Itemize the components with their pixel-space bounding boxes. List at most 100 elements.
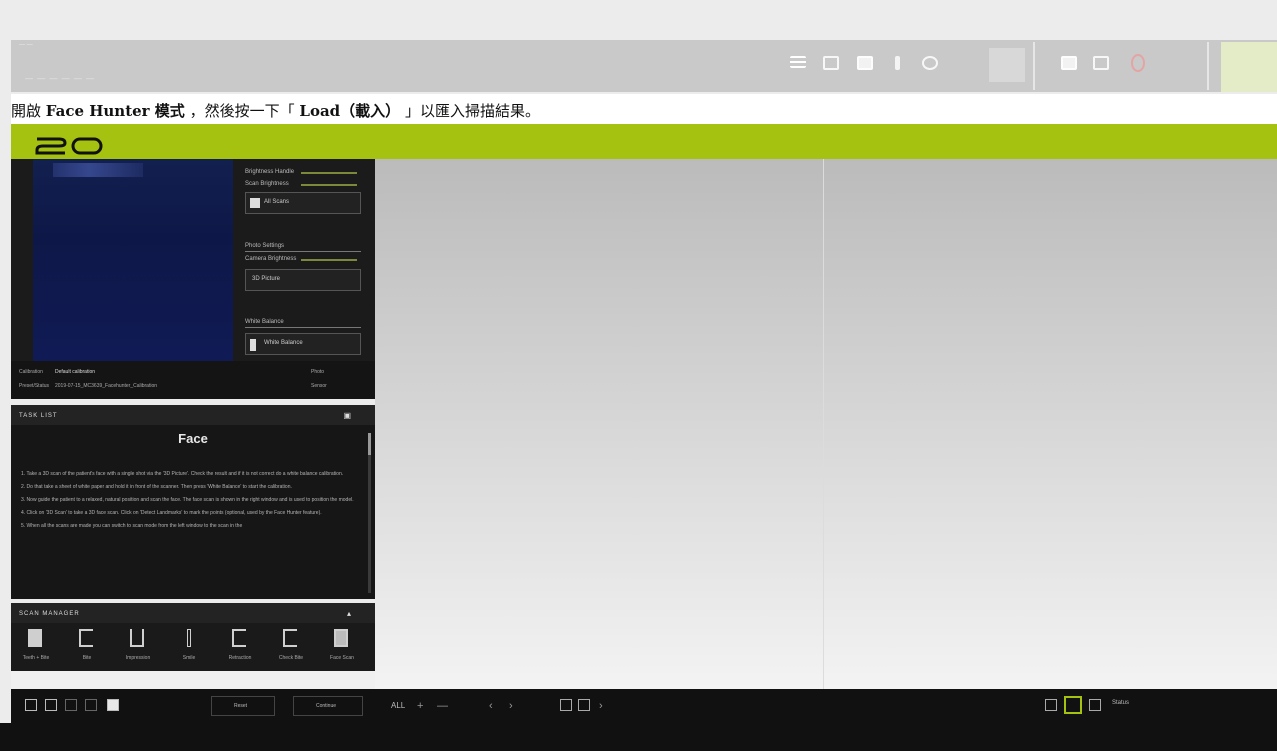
caption-mode-name: Face Hunter 模式 (45, 102, 185, 120)
smile-icon (187, 629, 191, 647)
next-icon[interactable]: › (509, 700, 513, 712)
window-top-strip (0, 0, 1277, 36)
scan-item-label: Check Bite (278, 655, 304, 661)
all-scans-label: All Scans (264, 199, 290, 205)
view-side-icon[interactable] (1064, 696, 1082, 714)
settings-icon[interactable] (922, 56, 938, 70)
rotate-icon[interactable] (578, 699, 590, 711)
preset-value: 2019-07-15_MC3639_Facehunter_Calibration (55, 383, 158, 389)
photo-3d-picture-button[interactable]: 3D Picture (245, 269, 361, 291)
new-scan-icon[interactable] (823, 56, 839, 70)
forward-icon[interactable]: › (599, 700, 603, 712)
photo-status: Photo (311, 369, 325, 375)
tooth-icon[interactable] (895, 56, 900, 70)
all-scans-button[interactable]: All Scans (245, 192, 361, 214)
scan-item-impression[interactable]: Impression (117, 629, 159, 669)
camera-brightness-slider[interactable] (301, 259, 357, 261)
check-bite-icon (283, 629, 297, 647)
white-balance-icon (250, 339, 256, 351)
scan-item-label: Smile (182, 655, 196, 661)
3d-viewport[interactable] (375, 159, 1277, 689)
section-rule-2 (245, 327, 361, 328)
scan-brightness-slider[interactable] (301, 184, 357, 186)
task-instructions: 1. Take a 3D scan of the patient's face … (21, 471, 369, 536)
window-title: — — — — — — (25, 74, 96, 83)
task-paragraph: 2. Do that take a sheet of white paper a… (21, 484, 292, 490)
scan-item-retraction[interactable]: Retraction (219, 629, 261, 669)
task-paragraph: 4. Click on '3D Scan' to take a 3D face … (21, 510, 322, 516)
viewport-divider (823, 159, 824, 689)
left-bottom-toolbar: Reset Continue (11, 689, 375, 723)
white-balance-button[interactable]: White Balance (245, 333, 361, 355)
checkbox-icon (250, 198, 260, 208)
grid-view-icon[interactable] (25, 699, 37, 711)
section-rule (245, 251, 361, 252)
calibration-value: Default calibration (55, 369, 96, 375)
all-toggle[interactable]: ALL (391, 701, 405, 710)
view-top-icon[interactable] (1045, 699, 1057, 711)
brightness-handle-slider[interactable] (301, 172, 357, 174)
list-view-icon[interactable] (45, 699, 57, 711)
continue-label: Continue (316, 703, 337, 709)
task-list-header[interactable]: TASK LIST ▣ (11, 405, 375, 425)
power-icon[interactable] (1131, 54, 1145, 72)
impression-icon (130, 629, 144, 647)
brand-logo-icon (35, 137, 103, 155)
scan-item-face-scan[interactable]: Face Scan (321, 629, 363, 669)
scan-item-label: Bite (82, 655, 92, 661)
scan-item-bite[interactable]: Bite (66, 629, 108, 669)
menu-icon[interactable] (790, 56, 806, 68)
load-icon[interactable] (1061, 56, 1077, 70)
delete-icon[interactable] (560, 699, 572, 711)
print-icon[interactable]: ▣ (343, 411, 351, 420)
status-label: Status (1112, 700, 1130, 706)
instruction-caption: 開啟 Face Hunter 模式 ，然後按一下「 Load（載入） 」以匯入掃… (11, 94, 1277, 124)
viewport-toolbar: ALL + — ‹ › › Status (375, 689, 1277, 723)
caption-button-name: Load（載入） (299, 102, 401, 120)
single-view-icon[interactable] (85, 699, 97, 711)
calibration-label: Calibration (19, 369, 43, 375)
collapse-icon[interactable]: ▴ (347, 609, 351, 618)
scan-manager-header[interactable]: SCAN MANAGER ▴ (11, 603, 375, 623)
task-scrollbar[interactable] (368, 433, 371, 593)
preset-label: Preset/Status (19, 383, 50, 389)
scan-preview-image (33, 159, 233, 361)
task-title: Face (178, 431, 208, 446)
active-tool-box[interactable] (989, 48, 1025, 82)
caption-suffix: 」以匯入掃描結果。 (404, 102, 540, 120)
reset-button[interactable]: Reset (211, 696, 275, 716)
scan-item-smile[interactable]: Smile (168, 629, 210, 669)
face-scan-icon (334, 629, 348, 647)
camera-brightness-label: Camera Brightness (245, 256, 297, 262)
photo-button-label: 3D Picture (252, 276, 281, 282)
task-list-title: TASK LIST (19, 413, 58, 419)
panel-spacer (11, 671, 375, 689)
app-footer (0, 723, 1277, 751)
scan-item-label: Face Scan (330, 655, 354, 661)
calibration-row: Calibration Default calibration Preset/S… (11, 361, 375, 399)
view-bottom-icon[interactable] (1089, 699, 1101, 711)
scan-item-label: Teeth + Bite (22, 655, 50, 661)
document-icon[interactable] (857, 56, 873, 70)
white-balance-button-label: White Balance (264, 340, 303, 346)
previous-icon[interactable]: ‹ (489, 700, 493, 712)
white-balance-label: White Balance (245, 319, 284, 325)
continue-button[interactable]: Continue (293, 696, 363, 716)
scan-brightness-label: Scan Brightness (245, 181, 289, 187)
scan-item-teeth-bite[interactable]: Teeth + Bite (15, 629, 57, 669)
reset-label: Reset (234, 703, 248, 709)
plus-icon[interactable]: + (417, 700, 423, 712)
scan-settings-panel: Brightness Handle Scan Brightness All Sc… (11, 159, 375, 399)
task-paragraph: 3. Now guide the patient to a relaxed, n… (21, 497, 354, 503)
minus-icon[interactable]: — (437, 700, 448, 712)
scan-item-check-bite[interactable]: Check Bite (270, 629, 312, 669)
save-icon[interactable] (1093, 56, 1109, 70)
bite-icon (79, 629, 93, 647)
phone-button[interactable] (1221, 42, 1277, 92)
caption-prefix: 開啟 (11, 102, 46, 120)
task-scrollbar-thumb[interactable] (368, 433, 371, 455)
photo-view-icon[interactable] (107, 699, 119, 711)
task-paragraph: 1. Take a 3D scan of the patient's face … (21, 471, 344, 477)
scan-manager-title: SCAN MANAGER (19, 611, 80, 617)
split-view-icon[interactable] (65, 699, 77, 711)
